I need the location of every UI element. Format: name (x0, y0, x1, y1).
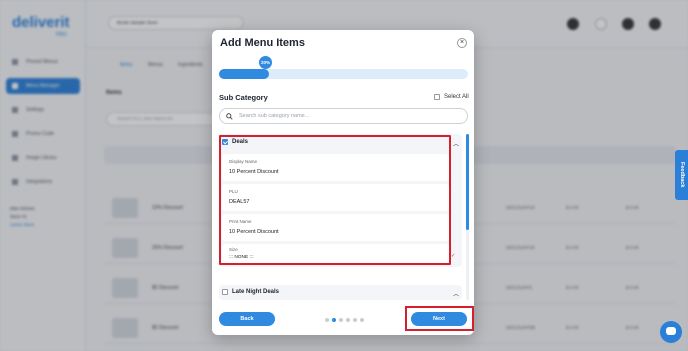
step-dot (325, 318, 329, 322)
step-dot (339, 318, 343, 322)
category-name: Late Night Deals (232, 289, 280, 295)
chat-widget-button[interactable] (660, 321, 682, 343)
search-icon (226, 112, 233, 120)
back-button[interactable]: Back (219, 312, 275, 326)
category-card-deals: Deals ︿ Display Name 10 Percent Discount… (219, 134, 462, 267)
chevron-down-icon[interactable]: ✓ (451, 253, 455, 259)
highlight-box (219, 135, 451, 265)
step-dot (346, 318, 350, 322)
close-icon[interactable]: × (457, 38, 467, 48)
modal-title: Add Menu Items (220, 37, 305, 49)
sub-category-search[interactable] (219, 108, 468, 124)
category-card-late-night-deals: Late Night Deals ︿ (219, 285, 462, 300)
sub-category-list: Deals ︿ Display Name 10 Percent Discount… (219, 134, 471, 300)
category-header[interactable]: Late Night Deals (222, 289, 279, 295)
progress-bar (219, 69, 468, 79)
step-indicator (325, 318, 364, 322)
chevron-up-icon[interactable]: ︿ (453, 289, 459, 298)
feedback-tab[interactable]: Feedback (675, 150, 688, 200)
add-menu-items-modal: Add Menu Items × 20% Sub Category Select… (212, 30, 474, 335)
sub-category-search-input[interactable] (239, 113, 459, 119)
step-dot (353, 318, 357, 322)
select-all-label: Select All (444, 94, 469, 100)
chevron-up-icon[interactable]: ︿ (453, 139, 459, 148)
progress-bar-fill (219, 69, 269, 79)
next-button[interactable]: Next (411, 312, 467, 326)
select-all-checkbox[interactable]: Select All (434, 94, 469, 100)
section-title: Sub Category (219, 93, 268, 102)
scrollbar-thumb[interactable] (466, 134, 469, 230)
progress-percent-badge: 20% (259, 56, 272, 69)
step-dot-active (332, 318, 336, 322)
checkbox-icon[interactable] (434, 94, 440, 100)
checkbox-icon[interactable] (222, 289, 228, 295)
step-dot (360, 318, 364, 322)
